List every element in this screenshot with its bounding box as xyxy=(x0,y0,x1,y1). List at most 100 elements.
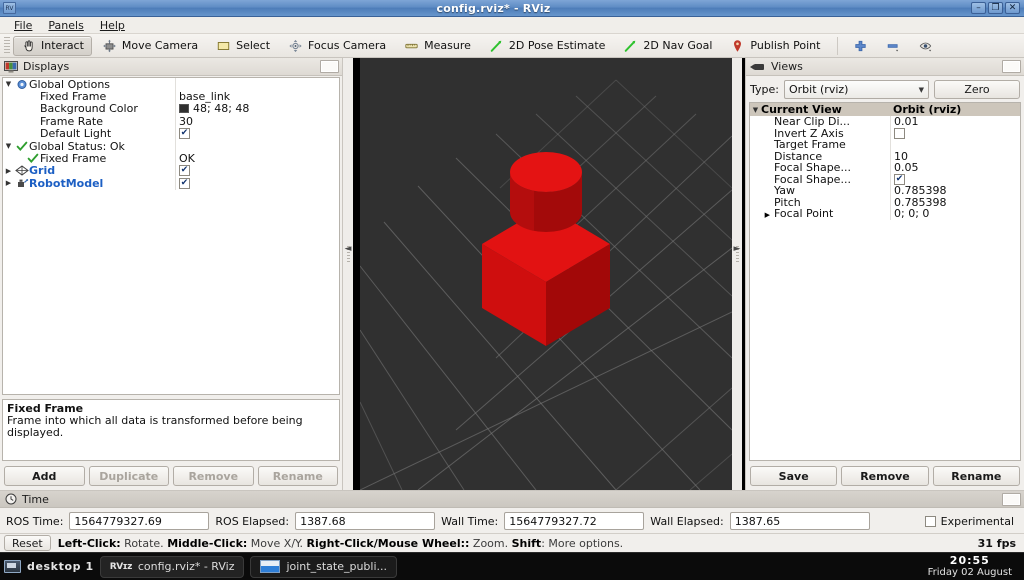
views-collapse-arrow-icon[interactable]: ▼ xyxy=(750,106,761,114)
tool-measure-label: Measure xyxy=(424,39,471,52)
displays-row-value[interactable]: ✔ xyxy=(175,177,339,190)
pose-arrow-icon xyxy=(490,40,502,52)
displays-row-value[interactable]: OK xyxy=(175,152,339,165)
displays-tree-row[interactable]: Frame Rate 30 xyxy=(3,115,339,128)
views-tree[interactable]: ▼ Current View Orbit (rviz) Near Clip Di...… xyxy=(749,102,1021,461)
minimize-button[interactable]: – xyxy=(971,2,986,14)
tool-2d-pose-estimate[interactable]: 2D Pose Estimate xyxy=(481,36,614,56)
right-splitter[interactable]: ► xyxy=(732,58,742,490)
views-float-button[interactable] xyxy=(1002,60,1021,73)
displays-tree-row[interactable]: Fixed Frame base_link xyxy=(3,90,339,103)
tool-publish-point[interactable]: Publish Point xyxy=(722,36,828,56)
add-display-button[interactable]: Add xyxy=(4,466,85,486)
taskbar-item-rviz-label: config.rviz* - RViz xyxy=(137,560,235,573)
ros-elapsed-field[interactable]: 1387.68 xyxy=(295,512,436,530)
tool-2d-nav-goal-label: 2D Nav Goal xyxy=(643,39,713,52)
toolbar-grip[interactable] xyxy=(4,36,10,55)
displays-row-value[interactable]: ✔ xyxy=(175,127,339,140)
tool-measure[interactable]: Measure xyxy=(396,36,479,56)
displays-tree-row[interactable]: Fixed Frame OK xyxy=(3,152,339,165)
views-row-expand-arrow-icon[interactable]: ▶ xyxy=(750,211,774,219)
toolbar-remove-tool-button[interactable] xyxy=(878,36,909,56)
views-row-value[interactable]: 0.01 xyxy=(890,115,1020,128)
experimental-group: Experimental xyxy=(924,515,1018,528)
color-value: 48; 48; 48 xyxy=(193,102,250,116)
menu-panels[interactable]: Panels xyxy=(40,18,91,33)
minus-icon xyxy=(888,43,899,51)
toolbar-visibility-button[interactable] xyxy=(911,36,942,56)
ros-time-field[interactable]: 1564779327.69 xyxy=(69,512,210,530)
displays-tree-row[interactable]: Default Light ✔ xyxy=(3,127,339,140)
tree-expand-arrow-icon[interactable]: ▶ xyxy=(3,179,14,187)
remove-display-button[interactable]: Remove xyxy=(173,466,254,486)
displays-tree-row[interactable]: ▼ Global Status: Ok xyxy=(3,139,339,153)
ros-elapsed-label: ROS Elapsed: xyxy=(215,514,290,528)
duplicate-display-button[interactable]: Duplicate xyxy=(88,466,169,486)
clock-time: 20:55 xyxy=(949,553,990,567)
view-type-row: Type: Orbit (rviz) ▼ Zero xyxy=(746,76,1024,102)
tool-2d-nav-goal[interactable]: 2D Nav Goal xyxy=(615,36,720,56)
save-view-button[interactable]: Save xyxy=(750,466,838,486)
tree-expand-arrow-icon[interactable]: ▶ xyxy=(3,167,14,175)
wall-elapsed-field[interactable]: 1387.65 xyxy=(729,512,870,530)
displays-row-checkbox[interactable]: ✔ xyxy=(179,165,190,177)
displays-tree-row[interactable]: ▶ Grid ✔ xyxy=(3,164,339,178)
displays-tree-row[interactable]: Background Color 48; 48; 48 xyxy=(3,102,339,116)
close-button[interactable]: ✕ xyxy=(1005,2,1020,14)
displays-tree[interactable]: ▼ Global Options Fixed Frame base_link Backg… xyxy=(2,77,340,395)
toolbar-add-tool-button[interactable] xyxy=(845,36,876,56)
scene-graphics xyxy=(360,58,732,490)
plus-icon xyxy=(855,40,867,51)
displays-tree-row[interactable]: ▶ RobotModel ✔ xyxy=(3,177,339,190)
hand-cursor-icon xyxy=(24,39,33,51)
view-zero-button[interactable]: Zero xyxy=(934,80,1020,99)
displays-row-value[interactable]: 30 xyxy=(175,115,339,128)
tool-move-camera[interactable]: Move Camera xyxy=(94,36,206,56)
taskbar-item-joint-state-publisher[interactable]: joint_state_publi... xyxy=(250,555,397,578)
rename-display-button[interactable]: Rename xyxy=(257,466,338,486)
displays-row-value[interactable]: 48; 48; 48 xyxy=(175,102,339,116)
collapse-right-arrow-icon[interactable]: ► xyxy=(734,244,741,254)
render-viewport-3d[interactable] xyxy=(360,58,732,490)
tool-select[interactable]: Select xyxy=(208,36,278,56)
desktop-switcher-icon[interactable] xyxy=(4,560,21,573)
views-row-label: Focal Point xyxy=(774,207,834,221)
tool-interact[interactable]: Interact xyxy=(13,35,92,56)
reset-button[interactable]: Reset xyxy=(4,535,51,551)
tree-expand-arrow-icon[interactable]: ▼ xyxy=(3,80,14,88)
displays-row-value[interactable]: base_link xyxy=(175,90,339,103)
tool-focus-camera[interactable]: Focus Camera xyxy=(280,36,394,56)
remove-view-button[interactable]: Remove xyxy=(841,466,929,486)
tree-expand-arrow-icon[interactable]: ▼ xyxy=(3,142,14,150)
time-panel: Time ROS Time: 1564779327.69 ROS Elapsed… xyxy=(0,490,1024,533)
views-row-checkbox[interactable] xyxy=(894,127,905,139)
time-fields-row: ROS Time: 1564779327.69 ROS Elapsed: 138… xyxy=(0,508,1024,534)
displays-tree-row[interactable]: ▼ Global Options xyxy=(3,78,339,91)
hint-part: Move X/Y. xyxy=(247,536,307,550)
views-tree-row[interactable]: ▶ Focal Point 0; 0; 0 xyxy=(750,207,1020,221)
taskbar-item-rviz[interactable]: RVɪᴢ config.rviz* - RViz xyxy=(99,555,245,578)
displays-row-value[interactable] xyxy=(175,139,339,153)
views-row-checkbox[interactable]: ✔ xyxy=(894,173,905,185)
views-row-value[interactable]: 0.05 xyxy=(890,161,1020,174)
views-row-value[interactable]: 0; 0; 0 xyxy=(890,207,1020,220)
displays-float-button[interactable] xyxy=(320,60,339,73)
displays-row-value[interactable] xyxy=(175,78,339,91)
rename-view-button[interactable]: Rename xyxy=(932,466,1020,486)
displays-row-value[interactable]: ✔ xyxy=(175,164,339,178)
focus-camera-icon xyxy=(289,39,302,52)
views-row-value[interactable] xyxy=(890,127,1020,139)
menu-help[interactable]: Help xyxy=(92,18,133,33)
view-type-combobox[interactable]: Orbit (rviz) ▼ xyxy=(783,80,929,99)
experimental-checkbox[interactable] xyxy=(924,515,936,527)
time-float-button[interactable] xyxy=(1002,492,1021,506)
maximize-button[interactable]: ❐ xyxy=(988,2,1003,14)
views-row-value[interactable] xyxy=(890,139,1020,151)
views-header-left: Current View xyxy=(761,103,842,116)
displays-row-checkbox[interactable]: ✔ xyxy=(179,177,190,189)
collapse-left-arrow-icon[interactable]: ◄ xyxy=(345,244,352,254)
left-splitter[interactable]: ◄ xyxy=(343,58,353,490)
displays-row-checkbox[interactable]: ✔ xyxy=(179,128,190,140)
wall-time-field[interactable]: 1564779327.72 xyxy=(504,512,645,530)
menu-file[interactable]: File xyxy=(6,18,40,33)
